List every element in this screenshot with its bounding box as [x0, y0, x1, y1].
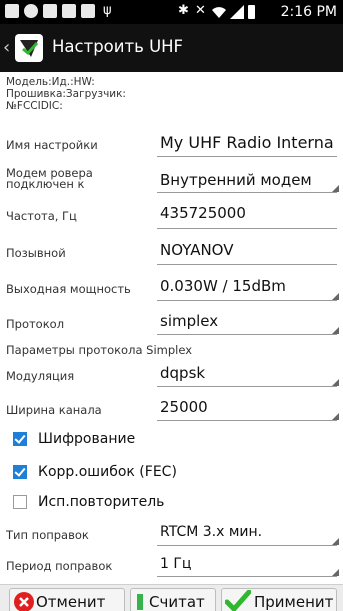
frequency-input[interactable]: 435725000: [160, 204, 246, 222]
fec-label[interactable]: Корр.ошибок (FEC): [38, 463, 177, 481]
clock: 2:16 PM: [280, 4, 337, 20]
output-power-underline: [157, 300, 337, 301]
dropdown-corner-icon: [332, 569, 339, 576]
read-icon: [137, 594, 143, 610]
encryption-checkbox[interactable]: [13, 432, 27, 446]
apply-button-label: Применит: [254, 593, 334, 611]
callsign-input[interactable]: NOYANOV: [160, 241, 234, 259]
protocol-underline: [157, 334, 337, 335]
channel-width-underline: [157, 420, 337, 421]
protocol-label: Протокол: [6, 317, 65, 331]
encryption-label[interactable]: Шифрование: [38, 430, 135, 448]
status-bar: ψ ✱ ✕ 2:16 PM: [0, 0, 343, 24]
f-icon: [81, 4, 95, 18]
cancel-button-label: Отменит: [36, 593, 106, 611]
model-info: Модель:Ид.:HW:: [6, 76, 95, 88]
f-icon: [43, 4, 57, 18]
modulation-underline: [157, 386, 337, 387]
rover-modem-underline: [157, 192, 337, 193]
cancel-icon: [14, 592, 34, 611]
frequency-underline: [157, 228, 337, 229]
wifi-icon: [212, 7, 226, 18]
correction-period-label: Период поправок: [6, 559, 113, 573]
firmware-info: Прошивка:Загрузчик:: [6, 88, 126, 100]
battery-icon: [248, 5, 255, 19]
output-power-select[interactable]: 0.030W / 15dBm: [160, 277, 286, 295]
setting-name-underline: [157, 156, 337, 157]
read-button[interactable]: Считат: [130, 588, 216, 611]
apply-button[interactable]: Применит: [221, 588, 337, 611]
dropdown-corner-icon: [332, 293, 339, 300]
read-button-label: Считат: [149, 593, 205, 611]
channel-width-label: Ширина канала: [6, 403, 102, 417]
f-icon: [62, 4, 76, 18]
usb-icon: ψ: [103, 3, 112, 18]
cancel-button[interactable]: Отменит: [9, 588, 125, 611]
channel-width-select[interactable]: 25000: [160, 398, 208, 416]
modulation-select[interactable]: dqpsk: [160, 364, 205, 382]
correction-period-underline: [157, 576, 337, 577]
rover-modem-select[interactable]: Внутренний модем: [160, 171, 312, 189]
callsign-underline: [157, 264, 337, 265]
protocol-params-header: Параметры протокола Simplex: [6, 343, 193, 357]
modulation-label: Модуляция: [6, 369, 75, 383]
fcc-info: №FCCIDIC:: [6, 100, 63, 112]
correction-type-label: Тип поправок: [6, 528, 89, 542]
output-power-label: Выходная мощность: [6, 282, 131, 296]
correction-period-select[interactable]: 1 Гц: [160, 555, 191, 573]
fec-checkbox[interactable]: [13, 465, 27, 479]
signal-icon: [230, 5, 244, 19]
setting-name-input[interactable]: My UHF Radio Interna: [160, 134, 334, 152]
checkmark-icon: [225, 590, 251, 611]
callsign-label: Позывной: [6, 246, 66, 260]
dropdown-corner-icon: [332, 327, 339, 334]
frequency-label: Частота, Гц: [6, 209, 77, 223]
dropdown-corner-icon: [332, 413, 339, 420]
dropdown-corner-icon: [332, 538, 339, 545]
s-icon: [24, 4, 38, 18]
dropdown-corner-icon: [332, 185, 339, 192]
correction-type-underline: [157, 545, 337, 546]
bluetooth-icon: ✱: [178, 3, 189, 18]
rover-modem-label: Модем ровера подключен к: [6, 168, 93, 190]
setting-name-label: Имя настройки: [6, 138, 98, 152]
repeater-checkbox[interactable]: [13, 495, 27, 509]
chat-icon: [5, 4, 19, 18]
repeater-label[interactable]: Исп.повторитель: [38, 493, 164, 511]
app-logo-icon[interactable]: [15, 34, 43, 62]
settings-form: Модель:Ид.:HW: Прошивка:Загрузчик: №FCCI…: [0, 72, 343, 584]
back-icon[interactable]: ‹: [3, 38, 13, 58]
bottom-button-bar: Отменит Считат Применит: [0, 584, 343, 611]
protocol-select[interactable]: simplex: [160, 312, 218, 330]
mute-icon: ✕: [195, 3, 206, 18]
page-title: Настроить UHF: [52, 37, 184, 56]
correction-type-select[interactable]: RTCM 3.x мин.: [160, 523, 262, 541]
action-bar: ‹ Настроить UHF: [0, 24, 343, 72]
dropdown-corner-icon: [332, 379, 339, 386]
